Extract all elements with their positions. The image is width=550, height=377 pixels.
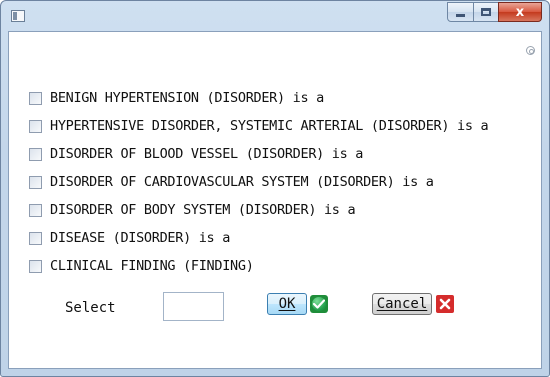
option-label: DISORDER OF BODY SYSTEM (DISORDER) is a bbox=[50, 202, 356, 218]
option-label: DISORDER OF CARDIOVASCULAR SYSTEM (DISOR… bbox=[50, 174, 434, 190]
dialog-window: x BENIGN HYPERTENSION (DISORDER) is a HY… bbox=[0, 0, 550, 377]
option-label: DISORDER OF BLOOD VESSEL (DISORDER) is a bbox=[50, 146, 364, 162]
ok-button-label: OK bbox=[278, 296, 296, 312]
option-checkbox[interactable] bbox=[29, 259, 42, 273]
cancel-button-label: Cancel bbox=[376, 296, 428, 312]
maximize-icon bbox=[481, 8, 491, 16]
option-list: BENIGN HYPERTENSION (DISORDER) is a HYPE… bbox=[29, 84, 489, 280]
option-item[interactable]: BENIGN HYPERTENSION (DISORDER) is a bbox=[29, 84, 488, 112]
option-checkbox[interactable] bbox=[29, 119, 42, 133]
option-checkbox[interactable] bbox=[29, 203, 42, 217]
checkmark-icon[interactable] bbox=[310, 295, 328, 313]
option-label: HYPERTENSIVE DISORDER, SYSTEMIC ARTERIAL… bbox=[50, 118, 489, 134]
option-label: DISEASE (DISORDER) is a bbox=[50, 230, 231, 246]
dialog-content: BENIGN HYPERTENSION (DISORDER) is a HYPE… bbox=[8, 31, 542, 369]
ok-button[interactable]: OK bbox=[267, 293, 307, 315]
option-label: CLINICAL FINDING (FINDING) bbox=[50, 258, 254, 274]
option-item[interactable]: DISORDER OF BODY SYSTEM (DISORDER) is a bbox=[29, 196, 488, 224]
option-checkbox[interactable] bbox=[29, 91, 42, 105]
title-bar[interactable]: x bbox=[1, 1, 549, 31]
window-icon[interactable] bbox=[11, 10, 25, 22]
minimize-icon bbox=[456, 14, 465, 17]
cancel-x-icon[interactable] bbox=[436, 295, 454, 313]
select-input[interactable] bbox=[163, 292, 224, 321]
minimize-button[interactable] bbox=[447, 2, 474, 22]
option-checkbox[interactable] bbox=[29, 147, 42, 161]
maximize-button[interactable] bbox=[473, 2, 499, 22]
close-icon: x bbox=[515, 4, 525, 20]
help-icon[interactable] bbox=[526, 46, 535, 55]
close-button[interactable]: x bbox=[498, 2, 542, 22]
option-label: BENIGN HYPERTENSION (DISORDER) is a bbox=[50, 90, 324, 106]
option-item[interactable]: DISORDER OF BLOOD VESSEL (DISORDER) is a bbox=[29, 140, 488, 168]
select-label: Select bbox=[65, 300, 116, 316]
option-checkbox[interactable] bbox=[29, 231, 42, 245]
option-item[interactable]: DISEASE (DISORDER) is a bbox=[29, 224, 488, 252]
cancel-button[interactable]: Cancel bbox=[372, 293, 432, 315]
option-item[interactable]: CLINICAL FINDING (FINDING) bbox=[29, 252, 488, 280]
option-item[interactable]: DISORDER OF CARDIOVASCULAR SYSTEM (DISOR… bbox=[29, 168, 488, 196]
caption-buttons: x bbox=[447, 2, 542, 22]
option-checkbox[interactable] bbox=[29, 175, 42, 189]
option-item[interactable]: HYPERTENSIVE DISORDER, SYSTEMIC ARTERIAL… bbox=[29, 112, 489, 140]
